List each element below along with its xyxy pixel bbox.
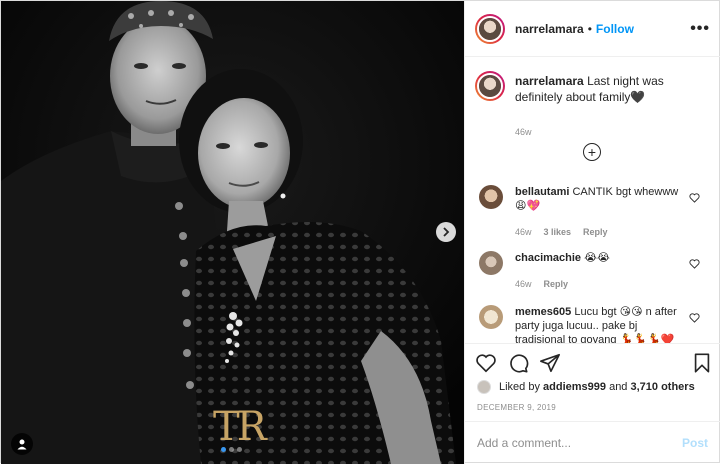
comment-body: chacimachie 😭😭 46w Reply: [515, 251, 683, 291]
more-options-icon[interactable]: •••: [690, 20, 710, 38]
comment-time[interactable]: 46w: [515, 277, 532, 291]
liker-username[interactable]: addiems999: [543, 381, 606, 393]
load-more-comments-icon[interactable]: +: [583, 143, 601, 161]
post-sidebar: narrelamara • Follow ••• narrelamara Las…: [464, 1, 720, 464]
user-icon: [17, 439, 27, 450]
commenter-username[interactable]: chacimachie: [515, 252, 581, 264]
comment-meta: 46w Reply: [515, 277, 683, 291]
follow-button[interactable]: Follow: [596, 22, 634, 36]
likes-connector: and: [606, 381, 631, 393]
next-photo-button[interactable]: [436, 222, 456, 242]
save-bookmark-icon[interactable]: [691, 352, 713, 374]
commenter-username[interactable]: memes605: [515, 306, 571, 318]
commenter-avatar[interactable]: [479, 251, 503, 275]
add-comment-bar: Post: [465, 421, 720, 463]
photo-scene: [1, 1, 464, 464]
post-date[interactable]: DECEMBER 9, 2019: [477, 403, 556, 412]
post-header: narrelamara • Follow •••: [465, 1, 720, 57]
likes-prefix: Liked by: [499, 381, 544, 393]
share-paper-plane-icon[interactable]: [539, 352, 561, 374]
post-actions: [465, 343, 720, 380]
like-comment-heart-icon[interactable]: [689, 313, 700, 323]
author-username[interactable]: narrelamara: [515, 22, 584, 36]
commenter-avatar[interactable]: [479, 185, 503, 209]
post-photo[interactable]: TR: [1, 1, 464, 464]
like-comment-heart-icon[interactable]: [689, 259, 700, 269]
post-comment-button[interactable]: Post: [682, 436, 708, 450]
comment-meta: 46w 3 likes Reply: [515, 225, 683, 239]
header-separator: •: [587, 21, 592, 36]
commenter-username[interactable]: bellautami: [515, 186, 569, 198]
carousel-indicator: [221, 447, 242, 452]
author-avatar[interactable]: [475, 13, 505, 44]
comment-input[interactable]: [477, 435, 682, 450]
comment-body: bellautami CANTIK bgt whewww 😩💖 46w 3 li…: [515, 185, 683, 239]
brand-watermark: TR: [213, 404, 267, 450]
comment-body: memes605 Lucu bgt 😘😘 n after party juga …: [515, 305, 683, 343]
caption-text: narrelamara Last night was definitely ab…: [515, 73, 710, 105]
chevron-right-icon: [443, 227, 450, 237]
tagged-users-button[interactable]: [11, 433, 33, 455]
caption-time[interactable]: 46w: [515, 127, 532, 137]
reply-button[interactable]: Reply: [544, 277, 569, 291]
carousel-dot-active: [221, 447, 226, 452]
comments-section[interactable]: narrelamara Last night was definitely ab…: [465, 57, 720, 343]
likes-summary: Liked by addiems999 and 3,710 others: [477, 378, 717, 396]
comment-bubble-icon[interactable]: [507, 352, 529, 374]
post-modal: TR narrelamara • Follow ••• narrelamara …: [0, 0, 720, 464]
comment-text: 😭😭: [584, 252, 610, 264]
caption-username[interactable]: narrelamara: [515, 74, 584, 88]
carousel-dot: [237, 447, 242, 452]
liker-avatar[interactable]: [477, 380, 491, 394]
caption-avatar[interactable]: [475, 71, 505, 101]
reply-button[interactable]: Reply: [583, 225, 608, 239]
commenter-avatar[interactable]: [479, 305, 503, 329]
comment-likes[interactable]: 3 likes: [544, 225, 572, 239]
likes-count-link[interactable]: 3,710 others: [630, 381, 694, 393]
like-comment-heart-icon[interactable]: [689, 193, 700, 203]
carousel-dot: [229, 447, 234, 452]
comment-time[interactable]: 46w: [515, 225, 532, 239]
like-heart-icon[interactable]: [475, 352, 497, 374]
